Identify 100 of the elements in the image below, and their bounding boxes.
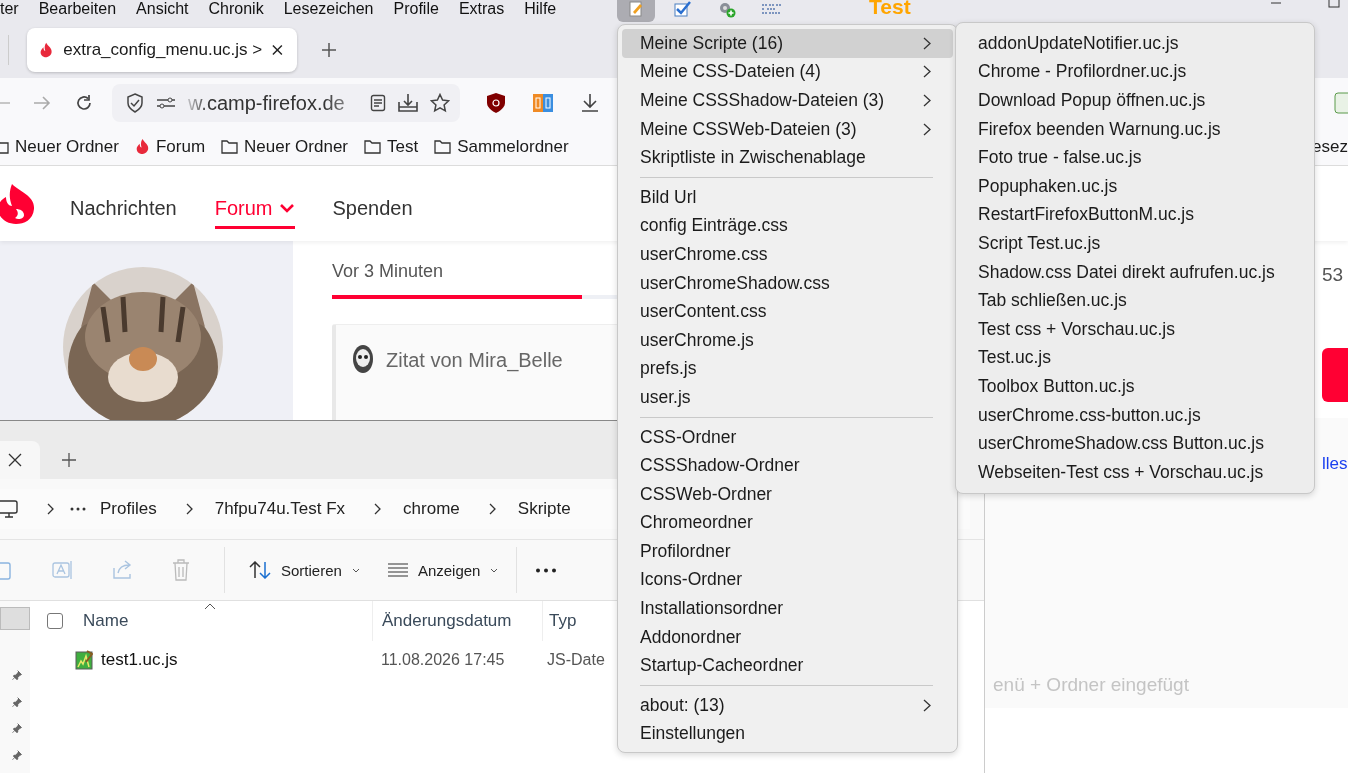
menu-item[interactable]: Download Popup öffnen.uc.js: [960, 86, 1310, 115]
minimize-icon[interactable]: [1270, 0, 1282, 6]
menu-item[interactable]: Firefox beenden Warnung.uc.js: [960, 114, 1310, 144]
menu-bar-item[interactable]: Lesezeichen: [273, 0, 384, 20]
sort-button[interactable]: Sortieren: [243, 561, 366, 579]
menu-item[interactable]: Script Test.uc.js: [960, 229, 1310, 258]
menu-item[interactable]: userContent.css: [622, 297, 953, 326]
menu-item[interactable]: Startup-Cacheordner: [622, 651, 953, 681]
menu-item[interactable]: Webseiten-Test css + Vorschau.uc.js: [960, 457, 1310, 487]
flame-logo-icon[interactable]: [0, 182, 36, 225]
close-icon[interactable]: [8, 453, 22, 467]
menu-item[interactable]: config Einträge.css: [622, 211, 953, 241]
pin-icon[interactable]: [10, 723, 24, 734]
bookmark-item[interactable]: Forum: [134, 136, 206, 157]
menu-item[interactable]: Test.uc.js: [960, 343, 1310, 373]
folder-icon: [221, 139, 239, 154]
new-tab-icon[interactable]: [62, 453, 76, 467]
sliders-icon[interactable]: [156, 96, 176, 110]
download-icon[interactable]: [580, 93, 600, 113]
menu-bar-item[interactable]: Ansicht: [126, 0, 199, 20]
shield-extension-icon[interactable]: [486, 92, 506, 114]
breadcrumb-item[interactable]: 7hfpu74u.Test Fx: [214, 499, 346, 519]
menu-item[interactable]: Einstellungen: [622, 719, 953, 749]
close-icon[interactable]: [272, 44, 283, 56]
menu-item[interactable]: addonUpdateNotifier.uc.js: [960, 29, 1310, 58]
menu-bar-item[interactable]: Bearbeiten: [28, 0, 127, 20]
menu-item[interactable]: Shadow.css Datei direkt aufrufen.uc.js: [960, 257, 1310, 287]
breadcrumb-item[interactable]: Profiles: [100, 499, 157, 519]
flame-icon: [134, 138, 150, 155]
menu-item[interactable]: Foto true - false.uc.js: [960, 143, 1310, 172]
menu-bar-item[interactable]: ter: [0, 0, 29, 20]
menu-item[interactable]: Profilordner: [622, 537, 953, 566]
menu-item[interactable]: Tab schließen.uc.js: [960, 286, 1310, 315]
menu-bar-item[interactable]: Chronik: [198, 0, 274, 20]
computer-icon[interactable]: [0, 500, 18, 518]
menu-item[interactable]: Meine Scripte (16): [622, 29, 953, 58]
menu-item[interactable]: prefs.js: [622, 354, 953, 384]
tab-title: extra_config_menu.uc.js >: [63, 40, 263, 60]
save-page-icon[interactable]: [398, 93, 418, 113]
menu-item[interactable]: Icons-Ordner: [622, 565, 953, 595]
maximize-icon[interactable]: [1328, 0, 1340, 8]
menu-item[interactable]: Chrome - Profilordner.uc.js: [960, 57, 1310, 87]
reload-icon[interactable]: [74, 93, 94, 113]
bookmark-item[interactable]: Sammelordner: [434, 136, 569, 157]
column-header[interactable]: Typ: [549, 611, 577, 631]
menu-item[interactable]: Meine CSSShadow-Dateien (3): [622, 86, 953, 115]
menu-item[interactable]: userChrome.css-button.uc.js: [960, 400, 1310, 430]
nav-link[interactable]: Forum: [214, 186, 295, 229]
view-button[interactable]: Anzeigen: [381, 561, 505, 579]
menu-item[interactable]: userChromeShadow.css Button.uc.js: [960, 429, 1310, 458]
shield-icon[interactable]: [126, 93, 144, 113]
url-field[interactable]: w.camp-firefox.de: [112, 84, 460, 122]
menu-item[interactable]: Skriptliste in Zwischenablage: [622, 143, 953, 172]
menu-item[interactable]: RestartFirefoxButtonM.uc.js: [960, 200, 1310, 230]
notepad-button[interactable]: [617, 0, 655, 22]
menu-item[interactable]: Toolbox Button.uc.js: [960, 372, 1310, 401]
menu-item[interactable]: Bild Url: [622, 182, 953, 212]
menu-item[interactable]: CSS-Ordner: [622, 422, 953, 452]
column-header[interactable]: Name: [83, 611, 129, 631]
reader-icon[interactable]: [370, 94, 386, 112]
menu-item[interactable]: userChrome.js: [622, 325, 953, 355]
menu-bar-item[interactable]: Hilfe: [514, 0, 567, 20]
menu-item[interactable]: Installationsordner: [622, 594, 953, 623]
link[interactable]: lles: [1322, 454, 1348, 474]
bookmark-item[interactable]: Test: [364, 136, 419, 157]
column-header[interactable]: Änderungsdatum: [382, 611, 512, 631]
more-icon[interactable]: [535, 567, 558, 573]
menu-item[interactable]: CSSShadow-Ordner: [622, 451, 953, 480]
menu-item[interactable]: Meine CSS-Dateien (4): [622, 57, 953, 87]
menu-item[interactable]: about: (13): [622, 691, 953, 720]
nav-link[interactable]: Nachrichten: [70, 186, 177, 229]
menu-item[interactable]: userChrome.css: [622, 240, 953, 269]
gear-icon[interactable]: [717, 0, 737, 18]
menu-item[interactable]: Test css + Vorschau.uc.js: [960, 314, 1310, 344]
browser-tab[interactable]: extra_config_menu.uc.js >: [27, 28, 297, 72]
more-icon[interactable]: [70, 507, 86, 511]
menu-item[interactable]: Addonordner: [622, 622, 953, 652]
menu-bar-item[interactable]: Extras: [448, 0, 515, 20]
menu-item[interactable]: user.js: [622, 383, 953, 412]
select-all-checkbox[interactable]: [47, 613, 63, 629]
menu-item[interactable]: Popuphaken.uc.js: [960, 171, 1310, 201]
nav-link[interactable]: Spenden: [332, 186, 413, 229]
star-icon[interactable]: [430, 93, 450, 113]
pin-icon[interactable]: [10, 696, 24, 707]
bookmark-item[interactable]: Neuer Ordner: [221, 136, 348, 157]
pin-icon[interactable]: [10, 749, 24, 760]
new-tab-icon[interactable]: [321, 42, 337, 58]
extension-icon[interactable]: [532, 92, 554, 114]
check-icon[interactable]: [673, 0, 693, 18]
chevron-right-icon: [923, 94, 931, 107]
pin-icon[interactable]: [10, 670, 24, 681]
dots-icon[interactable]: [761, 2, 783, 16]
script-file-icon: [75, 650, 93, 670]
menu-bar-item[interactable]: Profile: [383, 0, 449, 20]
breadcrumb-item[interactable]: Skripte: [517, 499, 571, 519]
breadcrumb-item[interactable]: chrome: [403, 499, 460, 519]
menu-item[interactable]: userChromeShadow.css: [622, 268, 953, 298]
menu-item[interactable]: Meine CSSWeb-Dateien (3): [622, 114, 953, 144]
bookmark-item[interactable]: Neuer Ordner: [0, 136, 119, 157]
file-name[interactable]: test1.uc.js: [101, 650, 178, 670]
